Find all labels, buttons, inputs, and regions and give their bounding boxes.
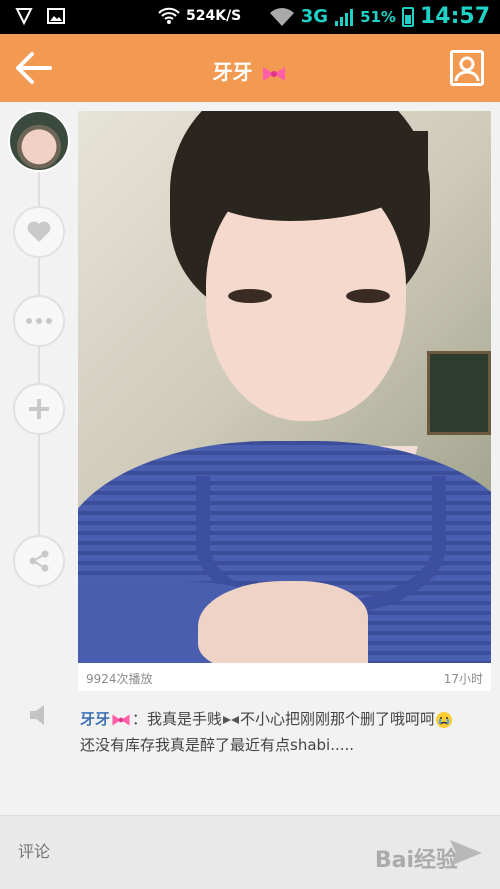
play-count: 9924次播放 — [86, 672, 153, 686]
bow-icon — [263, 66, 286, 81]
title-text: 牙牙 — [212, 60, 253, 84]
photo-footer: 9924次播放 17小时 — [78, 663, 491, 691]
crying-face-icon — [436, 711, 453, 728]
clock: 14:57 — [419, 4, 490, 29]
caption-text-2: 不小心把刚刚那个删了哦呵呵 — [240, 710, 436, 728]
comment-bar: Bai经验 — [0, 815, 500, 889]
user-icon — [454, 56, 480, 82]
caption-text-1: ：我真是手贱 — [132, 710, 223, 728]
wifi-signal-icon — [269, 7, 294, 26]
bow-icon — [112, 714, 130, 725]
time-ago: 17小时 — [443, 672, 483, 686]
battery-percent: 51% — [360, 7, 396, 26]
share-icon — [29, 550, 49, 572]
app-header: 牙牙 — [0, 34, 500, 102]
more-button[interactable] — [13, 295, 65, 347]
plus-icon — [29, 399, 49, 419]
comment-input[interactable] — [18, 842, 398, 861]
caption-author[interactable]: 牙牙 — [80, 710, 110, 728]
right-eye — [346, 289, 390, 303]
speaker-icon[interactable] — [28, 704, 52, 726]
send-icon[interactable] — [448, 836, 484, 870]
post-caption: 牙牙 ：我真是手贱 不小心把刚刚那个删了哦呵呵 还没有库存我真是醉了最近有点shab… — [80, 706, 460, 758]
like-button[interactable] — [13, 206, 65, 258]
status-bar: 524K/S 3G 51% 14:57 — [0, 0, 500, 34]
avatar[interactable] — [8, 110, 70, 172]
caption-text-3: 还没有库存我真是醉了最近有点shabi..... — [80, 736, 355, 754]
share-button[interactable] — [13, 535, 65, 587]
chalkboard — [427, 351, 491, 435]
profile-button[interactable] — [450, 50, 484, 86]
hand — [198, 581, 368, 663]
shield-icon — [15, 8, 33, 26]
add-button[interactable] — [13, 383, 65, 435]
bowtie-icon — [223, 715, 240, 724]
network-type: 3G — [300, 6, 329, 27]
image-icon — [47, 8, 65, 24]
net-speed: 524K/S — [186, 8, 242, 24]
heart-icon — [27, 221, 51, 242]
post-photo[interactable] — [78, 111, 491, 663]
watermark: Bai经验 — [374, 848, 458, 873]
wifi-icon — [158, 7, 180, 24]
left-eye — [228, 289, 272, 303]
more-icon — [26, 318, 52, 324]
battery-icon — [401, 6, 414, 27]
page-title: 牙牙 — [0, 56, 500, 85]
signal-bars-icon — [335, 8, 354, 26]
